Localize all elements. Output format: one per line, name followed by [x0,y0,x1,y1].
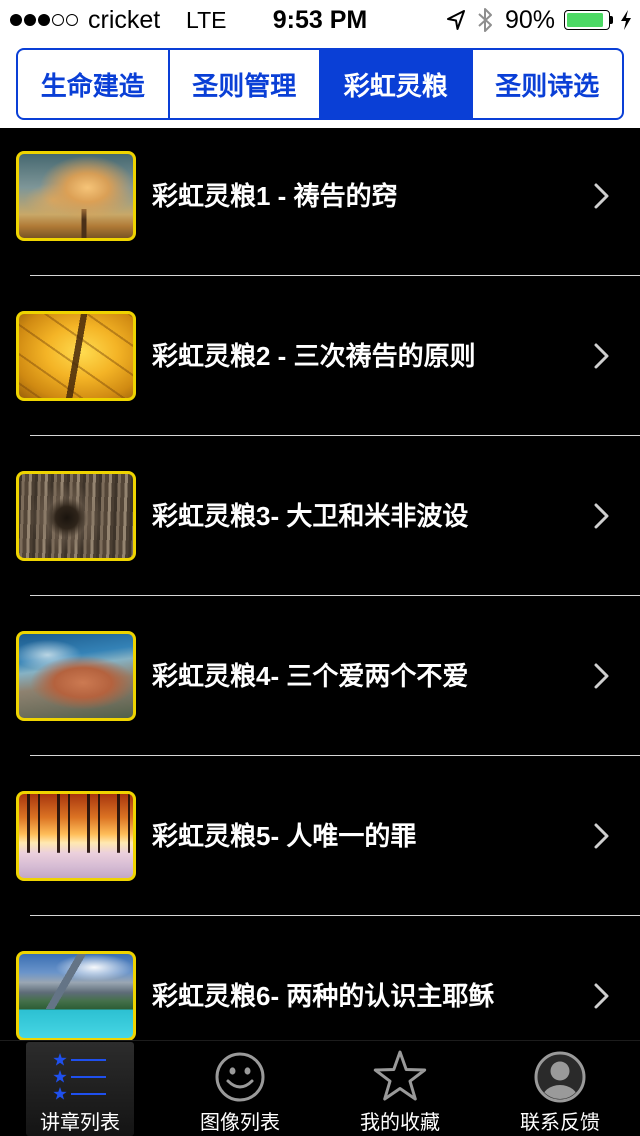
tab-icon-wrap [320,1049,480,1105]
chevron-right-icon [594,663,609,689]
tab-icon-wrap [0,1049,160,1105]
chevron-right-icon [594,983,609,1009]
tab-label: 联系反馈 [520,1112,600,1134]
list-item-title: 彩虹灵粮1 - 祷告的窍 [152,181,398,211]
location-arrow-icon [447,10,465,30]
list-item[interactable]: 彩虹灵粮6- 两种的认识主耶稣 [0,916,640,1040]
tab-label: 我的收藏 [360,1112,440,1134]
contact-icon [534,1051,586,1103]
tab-icon-wrap [480,1049,640,1105]
list-item-thumbnail [16,631,136,721]
list-item-thumbnail [16,791,136,881]
chevron-right-icon [594,183,609,209]
tab-favorites[interactable]: 我的收藏 [320,1041,480,1136]
battery-nub [610,16,613,24]
list-item-thumbnail [16,471,136,561]
sermon-list[interactable]: 彩虹灵粮1 - 祷告的窍 彩虹灵粮2 - 三次祷告的原则 彩虹灵粮3- 大卫和米… [0,128,640,1040]
list-item[interactable]: 彩虹灵粮2 - 三次祷告的原则 [0,276,640,436]
star-icon [373,1050,427,1101]
chevron-right-icon [594,823,609,849]
list-item-title: 彩虹灵粮2 - 三次祷告的原则 [152,341,476,371]
status-bar: cricket LTE 9:53 PM 90% [0,0,640,40]
smiley-icon [215,1052,265,1102]
signal-strength [10,14,78,26]
segment-rainbow-manna[interactable]: 彩虹灵粮 [319,50,471,118]
segment-church-management[interactable]: 圣则管理 [167,50,320,118]
list-item-thumbnail [16,311,136,401]
tab-icon-wrap [160,1049,320,1105]
battery-level [567,13,603,27]
list-item-title: 彩虹灵粮6- 两种的认识主耶稣 [152,981,495,1011]
clock: 9:53 PM [272,6,368,34]
chevron-right-icon [594,343,609,369]
battery-percentage: 90% [505,6,556,34]
carrier-name: cricket [88,6,161,34]
tab-label: 图像列表 [200,1112,280,1134]
charging-bolt-icon [621,10,631,30]
list-item[interactable]: 彩虹灵粮5- 人唯一的罪 [0,756,640,916]
list-item-title: 彩虹灵粮4- 三个爱两个不爱 [152,661,469,691]
list-item-thumbnail [16,951,136,1040]
tab-label: 讲章列表 [40,1112,120,1134]
list-item-thumbnail [16,151,136,241]
tab-contact-feedback[interactable]: 联系反馈 [480,1041,640,1136]
tab-sermon-list[interactable]: 讲章列表 [0,1041,160,1136]
signal-dot [52,14,64,26]
list-item[interactable]: 彩虹灵粮3- 大卫和米非波设 [0,436,640,596]
list-item-title: 彩虹灵粮3- 大卫和米非波设 [152,501,469,531]
category-header: 生命建造 圣则管理 彩虹灵粮 圣则诗选 [0,40,640,128]
signal-dot [66,14,78,26]
segment-hymns[interactable]: 圣则诗选 [470,50,623,118]
battery-icon [564,10,610,30]
bluetooth-icon [478,8,492,32]
signal-dot [38,14,50,26]
chevron-right-icon [594,503,609,529]
sermon-list-content: 彩虹灵粮1 - 祷告的窍 彩虹灵粮2 - 三次祷告的原则 彩虹灵粮3- 大卫和米… [0,128,640,1040]
list-item[interactable]: 彩虹灵粮4- 三个爱两个不爱 [0,596,640,756]
signal-dot [10,14,22,26]
category-segmented-control: 生命建造 圣则管理 彩虹灵粮 圣则诗选 [16,48,624,120]
starred-list-icon [53,1053,106,1100]
list-item[interactable]: 彩虹灵粮1 - 祷告的窍 [0,128,640,276]
list-item-title: 彩虹灵粮5- 人唯一的罪 [152,821,417,851]
tab-image-list[interactable]: 图像列表 [160,1041,320,1136]
tab-bar: 讲章列表 图像列表 我的收藏 联系反馈 [0,1040,640,1136]
segment-life-building[interactable]: 生命建造 [18,50,168,118]
signal-dot [24,14,36,26]
